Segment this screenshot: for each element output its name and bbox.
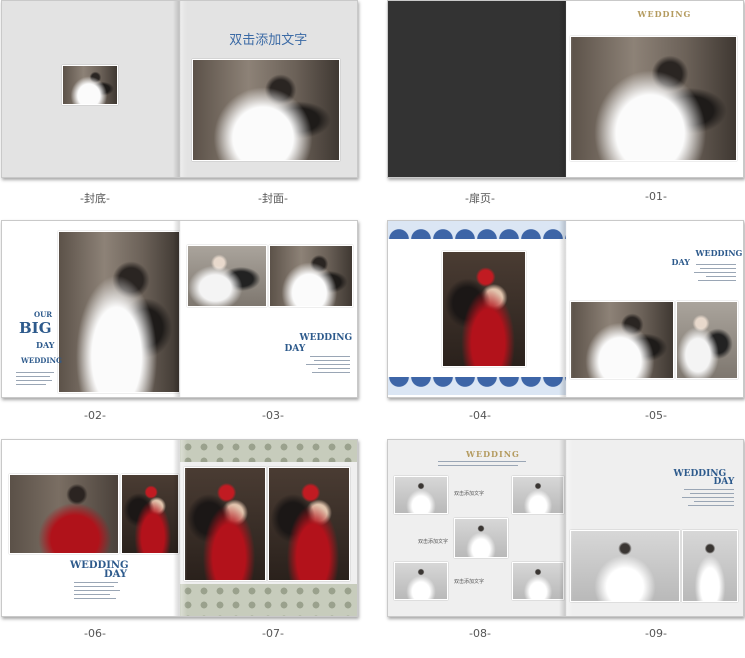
page-07-photo-left — [183, 467, 266, 581]
page-04[interactable] — [388, 221, 566, 397]
page-02-photo — [58, 231, 180, 393]
page-03-verse — [302, 353, 350, 376]
page-07-top-pattern — [179, 440, 357, 462]
page-08-heading: WEDDING — [466, 449, 520, 459]
page-04-bottom-border — [388, 377, 566, 395]
caption-05: -05- — [645, 409, 667, 422]
caption-back-cover: -封底- — [80, 192, 110, 205]
spread-cover[interactable]: 双击添加文字 — [1, 0, 358, 178]
cover-photo — [191, 59, 340, 161]
spread-08-09[interactable]: WEDDING 双击添加文字 双击添加文字 双击添加文字 WEDDING DAY — [387, 439, 744, 617]
page-front-cover[interactable]: 双击添加文字 — [179, 1, 358, 177]
page-05-photo-left — [569, 301, 674, 379]
page-09-photo-left — [569, 530, 680, 602]
spread-06-07[interactable]: WEDDING DAY — [1, 439, 358, 617]
page-04-top-border — [388, 221, 566, 239]
page-09[interactable]: WEDDING DAY — [565, 440, 743, 616]
back-cover-thumbnail — [62, 65, 118, 105]
page-08-placeholder-2[interactable]: 双击添加文字 — [418, 538, 448, 545]
page-08-photo-3 — [454, 518, 508, 558]
page-01-heading: WEDDING — [637, 9, 692, 19]
page-05-wedding: WEDDING — [695, 248, 743, 258]
page-08-photo-2 — [512, 476, 564, 514]
caption-01: -01- — [645, 190, 667, 203]
page-03-photo-right — [268, 245, 353, 307]
page-01-photo — [569, 36, 737, 161]
page-06-verse — [74, 579, 124, 602]
page-08-photo-4 — [394, 562, 448, 600]
caption-08: -08- — [469, 627, 491, 640]
spread-title-page[interactable]: WEDDING — [387, 0, 744, 178]
page-06[interactable]: WEDDING DAY — [2, 440, 180, 616]
page-01[interactable]: WEDDING — [565, 1, 743, 177]
caption-03: -03- — [262, 409, 284, 422]
page-08-verse — [438, 458, 528, 469]
page-06-photo-right — [121, 474, 179, 554]
page-back-cover[interactable] — [2, 1, 180, 177]
page-05[interactable]: WEDDING DAY — [565, 221, 743, 397]
page-07-photo-right — [267, 467, 350, 581]
page-08-placeholder-3[interactable]: 双击添加文字 — [454, 578, 484, 585]
page-03-wedding: WEDDING — [299, 333, 353, 343]
page-07[interactable] — [179, 440, 357, 616]
page-08-placeholder-1[interactable]: 双击添加文字 — [454, 490, 484, 497]
page-02-verse — [16, 369, 56, 388]
page-title-page[interactable] — [388, 1, 566, 177]
page-08-photo-1 — [394, 476, 448, 514]
page-07-bottom-pattern — [179, 584, 357, 616]
page-02-our: OUR — [34, 310, 53, 319]
cover-title[interactable]: 双击添加文字 — [180, 29, 358, 48]
page-02-day: DAY — [36, 340, 55, 350]
page-08[interactable]: WEDDING 双击添加文字 双击添加文字 双击添加文字 — [388, 440, 566, 616]
page-08-photo-5 — [512, 562, 564, 600]
spread-02-03[interactable]: OUR BIG DAY WEDDING WEDDING DAY — [1, 220, 358, 398]
page-09-verse — [678, 486, 734, 509]
page-02-big: BIG — [19, 319, 52, 337]
page-05-day: DAY — [671, 257, 690, 267]
caption-04: -04- — [469, 409, 491, 422]
page-03[interactable]: WEDDING DAY — [179, 221, 357, 397]
caption-title-page: -扉页- — [465, 192, 495, 205]
spread-04-05[interactable]: WEDDING DAY — [387, 220, 744, 398]
page-05-photo-right — [675, 301, 738, 379]
page-02[interactable]: OUR BIG DAY WEDDING — [2, 221, 180, 397]
page-05-verse — [690, 261, 736, 284]
page-06-photo-left — [9, 474, 119, 554]
caption-front-cover: -封面- — [258, 192, 288, 205]
caption-09: -09- — [645, 627, 667, 640]
page-02-wedding: WEDDING — [21, 356, 62, 365]
caption-07: -07- — [262, 627, 284, 640]
page-04-photo — [442, 251, 526, 367]
caption-02: -02- — [84, 409, 106, 422]
page-09-photo-right — [681, 530, 738, 602]
page-03-photo-left — [186, 245, 267, 307]
caption-06: -06- — [84, 627, 106, 640]
